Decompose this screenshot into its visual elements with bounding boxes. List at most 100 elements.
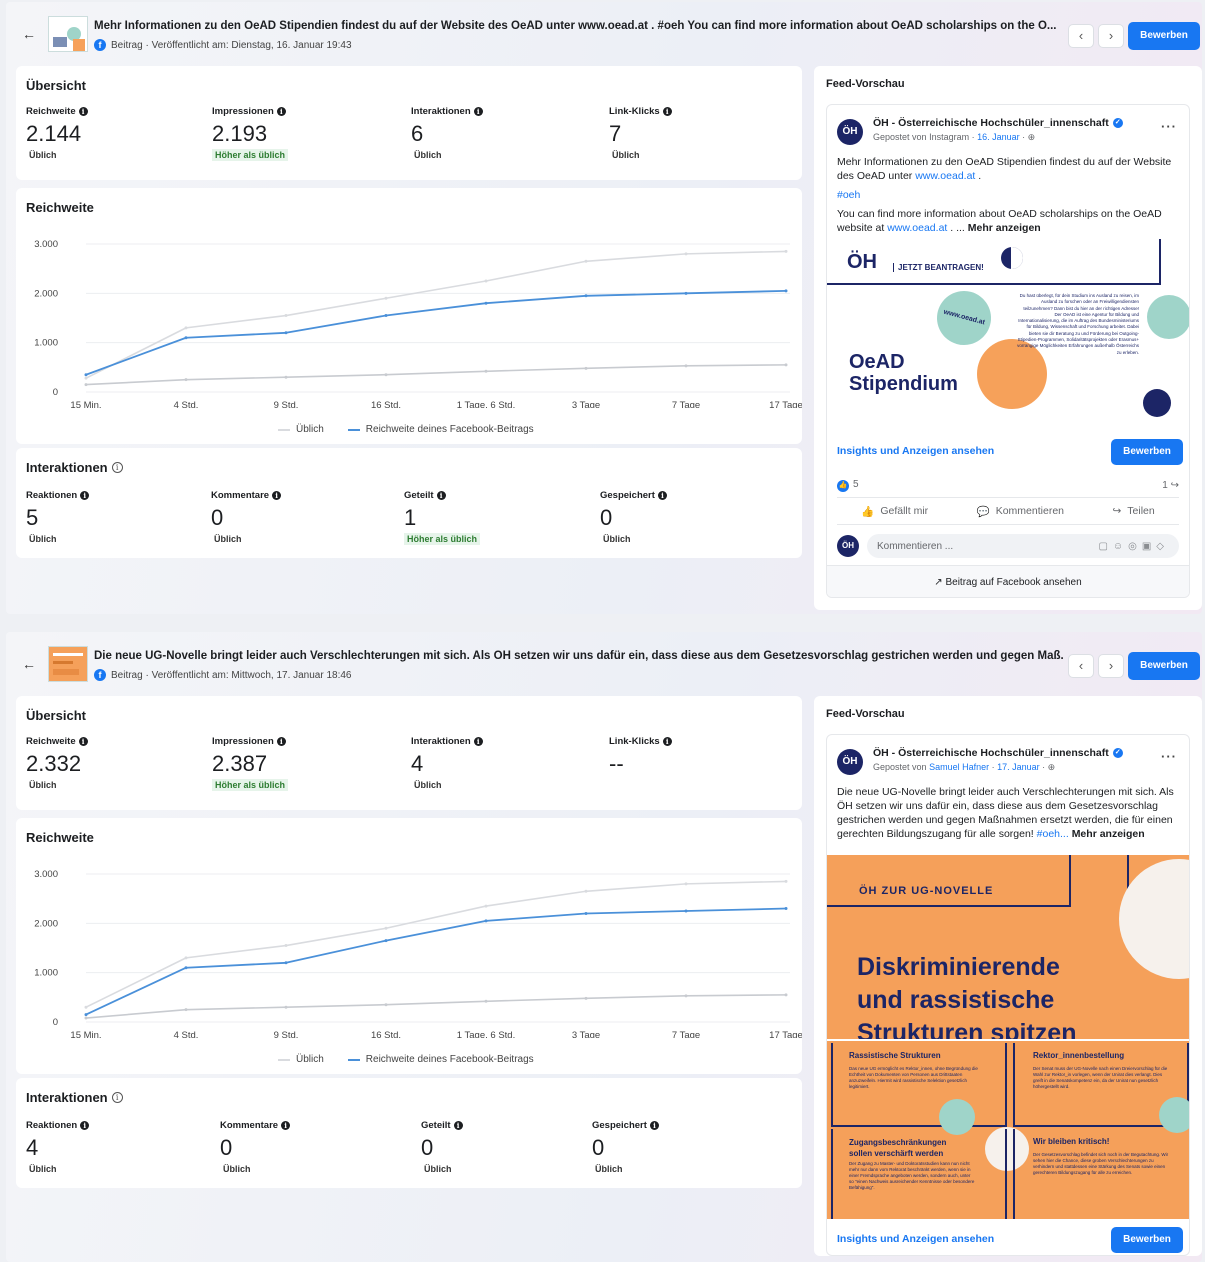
feed-preview-title: Feed-Vorschau <box>826 78 905 90</box>
info-icon[interactable]: i <box>276 737 286 746</box>
hashtag-link[interactable]: #oeh <box>837 189 860 201</box>
page-name[interactable]: ÖH - Österreichische Hochschüler_innensc… <box>873 747 1123 759</box>
image-heading-line: OeAD <box>849 351 905 373</box>
page-name[interactable]: ÖH - Österreichische Hochschüler_innensc… <box>873 117 1123 129</box>
metric-value: 2.387 <box>212 751 268 776</box>
data-point <box>584 996 588 1000</box>
info-icon[interactable]: i <box>436 491 446 500</box>
metric-impressions: Impressionen i 2.387 Höher als üblich <box>212 736 289 791</box>
overview-title: Übersicht <box>26 708 86 723</box>
post-date[interactable]: 16. Januar <box>977 132 1020 142</box>
x-tick-label: 3 Tage <box>572 400 600 408</box>
post-image[interactable]: ÖH ZUR UG-NOVELLE Diskriminierende und ra… <box>827 855 1189 1219</box>
overview-card: Übersicht Reichweite i 2.144 Üblich Impre… <box>16 66 802 180</box>
post-title: Mehr Informationen zu den OeAD Stipendie… <box>94 20 1057 32</box>
series-line-typical <box>85 880 787 1008</box>
info-icon[interactable]: i <box>473 107 483 116</box>
info-icon[interactable]: i <box>111 1092 123 1103</box>
post-date[interactable]: 17. Januar <box>997 762 1040 772</box>
comment-label: Kommentieren <box>995 505 1064 517</box>
preview-apply-button[interactable]: Bewerben <box>1111 1227 1183 1253</box>
data-point <box>784 993 788 997</box>
insights-link[interactable]: Insights und Anzeigen ansehen <box>837 445 994 457</box>
metric-value: 4 <box>411 751 424 776</box>
teal-circle <box>1147 295 1189 339</box>
more-options-icon[interactable]: ··· <box>1161 749 1177 764</box>
data-point <box>84 376 88 380</box>
post-insights-1: ← Mehr Informationen zu den OeAD Stipend… <box>6 2 1202 614</box>
info-icon[interactable]: i <box>453 1121 463 1130</box>
previous-post-button[interactable]: ‹ <box>1068 654 1094 678</box>
metric-value: 0 <box>220 1135 233 1160</box>
x-tick-label: 15 Min. <box>70 1030 101 1038</box>
post-text: Mehr Informationen zu den OeAD Stipendie… <box>837 155 1177 240</box>
data-point <box>384 926 388 930</box>
composer-icons[interactable]: ▢☺◎▣◇ <box>1098 541 1169 552</box>
next-post-button[interactable]: › <box>1098 24 1124 48</box>
info-box-text: Das neue UG ermöglicht es Rektor_innen, … <box>849 1066 978 1089</box>
comment-input[interactable]: Kommentieren ... ▢☺◎▣◇ <box>867 534 1179 558</box>
feed-preview-card: Feed-Vorschau ÖH ÖH - Österreichische Ho… <box>814 66 1202 610</box>
post-link[interactable]: www.oead.at <box>887 222 947 234</box>
info-icon[interactable]: i <box>272 491 282 500</box>
info-icon[interactable]: i <box>80 491 90 500</box>
info-icon[interactable]: i <box>276 107 286 116</box>
more-options-icon[interactable]: ··· <box>1161 119 1177 134</box>
back-arrow-icon[interactable]: ← <box>22 656 36 672</box>
previous-post-button[interactable]: ‹ <box>1068 24 1094 48</box>
info-icon[interactable]: i <box>657 491 667 500</box>
image-frame <box>827 239 1161 285</box>
apply-button[interactable]: Bewerben <box>1128 652 1200 680</box>
preview-apply-button[interactable]: Bewerben <box>1111 439 1183 465</box>
series-line-typical <box>85 250 787 379</box>
see-more-link[interactable]: Mehr anzeigen <box>968 222 1041 234</box>
shares[interactable]: 1 ↪ <box>1162 480 1179 491</box>
info-icon[interactable]: i <box>662 107 672 116</box>
metric-label: Kommentare <box>211 490 270 501</box>
image-heading: OeAD Stipendium <box>849 351 958 395</box>
metric-label: Reichweite <box>26 106 76 117</box>
comment-button[interactable]: 💬 Kommentieren <box>977 505 1064 518</box>
x-tick-label: 1 Tage, 6 Std. <box>457 1030 515 1038</box>
metric-label: Reaktionen <box>26 1120 78 1131</box>
facebook-post-preview: ÖH ÖH - Österreichische Hochschüler_inne… <box>826 734 1190 1256</box>
reach-title: Reichweite <box>26 200 94 215</box>
data-point <box>684 909 688 913</box>
reactions[interactable]: 👍 5 <box>837 479 859 492</box>
hashtag-link[interactable]: #oeh... <box>1037 828 1069 840</box>
info-icon[interactable]: i <box>662 737 672 746</box>
info-icon[interactable]: i <box>111 462 123 473</box>
interaction-shares: Geteilt i 1 Höher als üblich <box>404 490 481 545</box>
info-icon[interactable]: i <box>80 1121 90 1130</box>
interaction-shares: Geteilt i 0 Üblich <box>421 1120 463 1175</box>
apply-button[interactable]: Bewerben <box>1128 22 1200 50</box>
reach-chart: 0 1.000 2.000 3.000 15 Min. 4 Std. 9 Std. 16 St… <box>34 869 802 1038</box>
reach-card: Reichweite 0 1.000 2.000 3.000 15 Min. 4 Std.… <box>16 818 802 1074</box>
like-button[interactable]: 👍 Gefällt mir <box>861 505 928 518</box>
see-more-link[interactable]: Mehr anzeigen <box>1072 828 1145 840</box>
post-image[interactable]: ÖH JETZT BEANTRAGEN! www.oead.at OeAD Sti… <box>827 239 1189 431</box>
metric-status: Üblich <box>29 150 57 160</box>
posted-by[interactable]: Samuel Hafner <box>929 762 989 772</box>
share-button[interactable]: ↪ Teilen <box>1112 505 1154 517</box>
x-tick-label: 15 Min. <box>70 400 101 408</box>
metric-status: Üblich <box>29 1164 57 1174</box>
posted-prefix: Gepostet von <box>873 762 927 772</box>
info-icon[interactable]: i <box>78 737 88 746</box>
interaction-comments: Kommentare i 0 Üblich <box>211 490 282 545</box>
info-icon[interactable]: i <box>78 107 88 116</box>
view-on-facebook-label: Beitrag auf Facebook ansehen <box>945 577 1082 588</box>
y-tick-label: 2.000 <box>34 288 58 299</box>
insights-link[interactable]: Insights und Anzeigen ansehen <box>837 1233 994 1245</box>
post-link[interactable]: www.oead.at <box>915 170 975 182</box>
interactions-card: Interaktionen i Reaktionen i 5 Üblich Komm… <box>16 448 802 558</box>
info-icon[interactable]: i <box>473 737 483 746</box>
info-box-text: Der Zugang zu Master- und Doktoratsstudi… <box>849 1161 975 1190</box>
reaction-summary: 👍 5 1 ↪ <box>837 479 1179 492</box>
view-on-facebook-link[interactable]: ↗ Beitrag auf Facebook ansehen <box>827 565 1189 597</box>
next-post-button[interactable]: › <box>1098 654 1124 678</box>
share-label: Teilen <box>1127 505 1155 517</box>
info-icon[interactable]: i <box>281 1121 291 1130</box>
info-icon[interactable]: i <box>649 1121 659 1130</box>
back-arrow-icon[interactable]: ← <box>22 26 36 42</box>
